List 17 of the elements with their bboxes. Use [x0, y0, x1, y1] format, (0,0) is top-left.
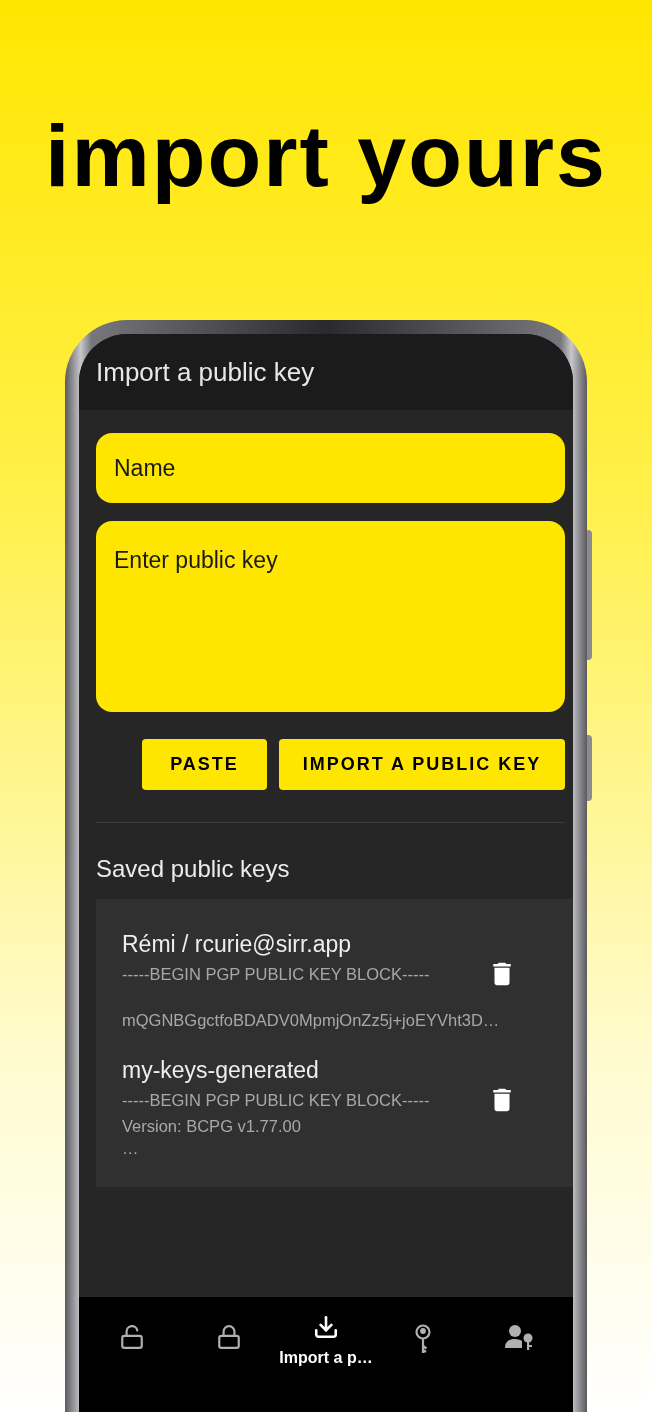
app-bar-title: Import a public key — [96, 355, 315, 389]
section-title: Saved public keys — [96, 854, 291, 884]
unlock-icon — [118, 1324, 145, 1350]
name-field[interactable]: Name — [96, 433, 565, 503]
key-preview-line: mQGNBGgctfoBDADV0MpmjOnZz5j+joEYVht3D… — [122, 1010, 501, 1031]
lock-icon — [215, 1324, 242, 1350]
key-name: Rémi / rcurie@sirr.app — [122, 930, 353, 959]
paste-button[interactable]: PASTE — [142, 739, 267, 790]
key-preview-line: -----BEGIN PGP PUBLIC KEY BLOCK----- — [122, 964, 431, 985]
import-button[interactable]: IMPORT A PUBLIC KEY — [279, 739, 565, 790]
key-preview-line: Version: BCPG v1.77.00 — [122, 1116, 302, 1137]
key-name: my-keys-generated — [122, 1056, 320, 1085]
download-icon — [313, 1314, 339, 1340]
public-key-field[interactable]: Enter public key — [96, 521, 565, 712]
key-preview-line: … — [122, 1138, 140, 1159]
key-preview-line: -----BEGIN PGP PUBLIC KEY BLOCK----- — [122, 1090, 431, 1111]
nav-tab[interactable]: Import a p… — [277, 1314, 375, 1370]
